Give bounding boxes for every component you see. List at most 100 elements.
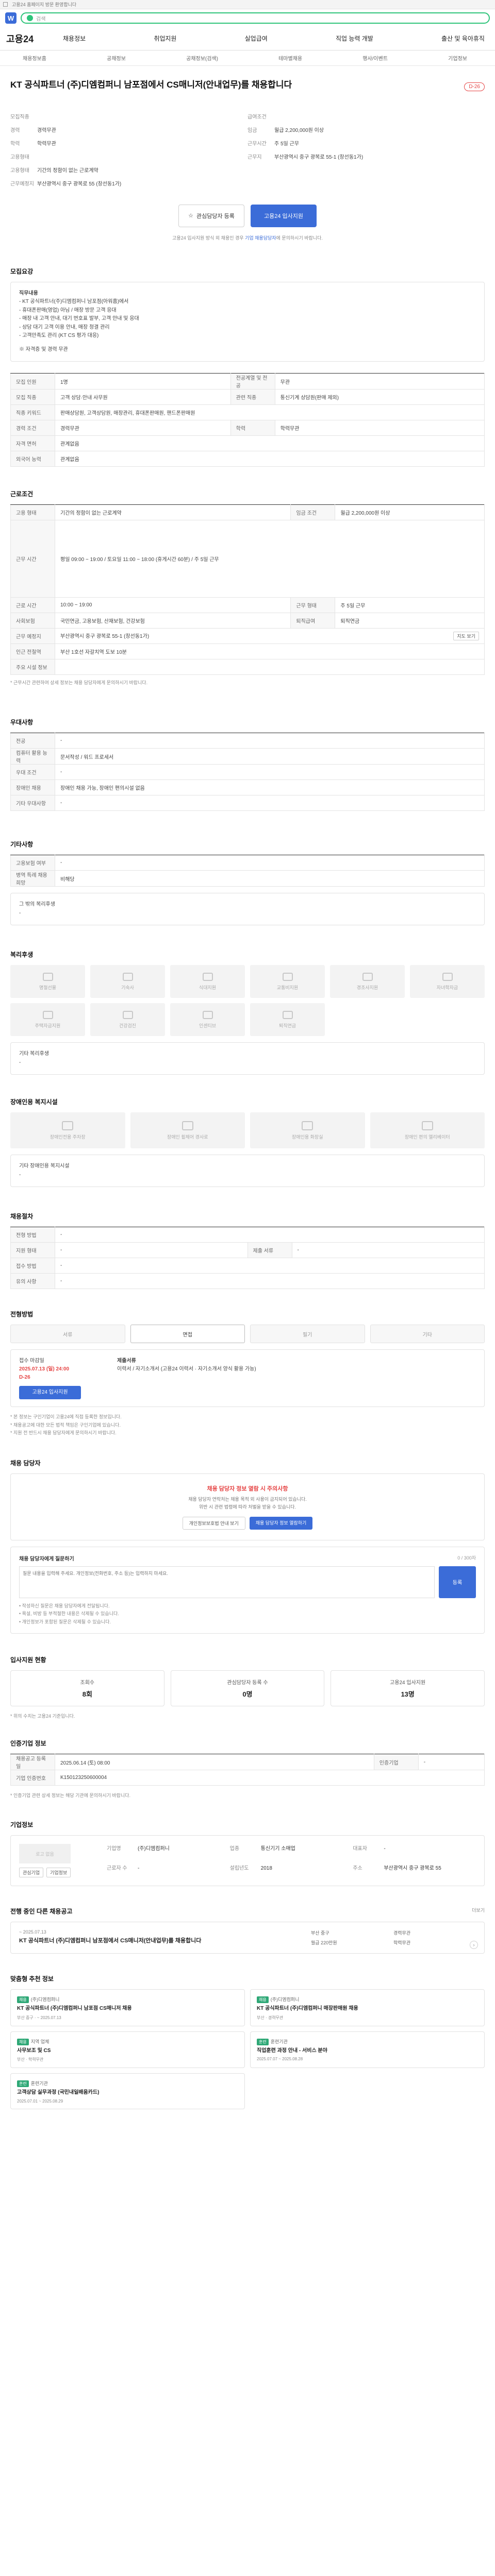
job-header: KT 공식파트너 (주)디엠컴퍼니 남포점에서 CS매니저(안내업무)를 채용합… — [0, 66, 495, 92]
house-icon — [122, 972, 133, 981]
coin-icon — [202, 1010, 213, 1019]
health-icon — [122, 1010, 133, 1019]
deadline-dday: D-26 — [19, 1375, 30, 1381]
step-document: 서류 — [10, 1325, 125, 1344]
recommend-card[interactable]: 훈련 훈련기관 직업훈련 과정 안내 - 서비스 분야 2025.07.07 ~ 20… — [250, 2031, 485, 2069]
contact-warning-box: 채용 담당자 정보 열람 시 주의사항 채용 담당자 연락처는 채용 목적 외 … — [10, 1473, 485, 1540]
similar-more-link[interactable]: 더보기 — [472, 1907, 485, 1916]
work-cond-table: 고용 형태 기간의 정함이 없는 근로계약 임금 조건 월급 2,200,000원 이… — [10, 504, 485, 687]
company-info-button[interactable]: 기업정보 — [46, 1868, 71, 1878]
similar-job-card[interactable]: ~ 2025.07.13 KT 공식파트너 (주)디엠컴퍼니 남포점에서 CS매… — [10, 1922, 485, 1954]
gift-icon — [42, 972, 53, 981]
subnav-item[interactable]: 테마별채용 — [278, 54, 302, 62]
disabled-extra-box: 기타 장애인용 복지시설 - — [10, 1155, 485, 1188]
contact-link[interactable]: 기업 채용담당자 — [245, 235, 276, 241]
stat-views: 조회수 8회 — [10, 1670, 164, 1706]
section-title-welfare: 복리후생 — [10, 951, 34, 959]
welfare-tile: 명절선물 — [10, 965, 85, 998]
disabled-tile: 장애인 편의 엘리베이터 — [370, 1112, 485, 1149]
disabled-tile: 장애인용 화장실 — [250, 1112, 365, 1149]
global-navigation: 고용24 채용정보 취업지원 실업급여 직업 능력 개발 출산 및 육아휴직 — [0, 27, 495, 50]
graduation-icon — [442, 972, 453, 981]
welfare-tile: 교통비지원 — [250, 965, 325, 998]
step-other: 기타 — [370, 1325, 485, 1344]
job-summary: 모집직종 급여조건 경력 경력무관 임금 월급 2,200,000원 이상 학력 학력… — [10, 114, 364, 187]
gnb-item-benefit[interactable]: 실업급여 — [245, 34, 268, 43]
next-arrow-icon[interactable]: › — [470, 1941, 478, 1950]
job-content-box: 직무내용 - KT 공식파트너(주)디엠컴퍼니 남포점(아워홈)에서 - 휴대폰… — [10, 281, 485, 362]
section-title-other: 기타사항 — [10, 841, 34, 849]
welfare-tile: 주택자금지원 — [10, 1003, 85, 1037]
char-counter: 0 / 300자 — [457, 1555, 476, 1561]
privacy-guide-button[interactable]: 개인정보보호법 안내 보기 — [182, 1516, 245, 1530]
other-table: 고용보험 여부 - 병역 특례 채용 희망 비해당 — [10, 855, 485, 887]
utility-bar: 고용24 홈페이지 방문 환영합니다 — [0, 0, 495, 9]
legal-notes: * 본 정보는 구인기업이 고용24에 직접 등록한 정보입니다. * 채용공고… — [10, 1414, 122, 1435]
step-interview: 면접 — [130, 1325, 245, 1344]
brand-logo[interactable]: 고용24 — [6, 32, 63, 45]
stat-applicants: 고용24 입사지원 13명 — [331, 1670, 485, 1706]
recommend-card[interactable]: 훈련 훈련기관 고객상담 실무과정 (국민내일배움카드) 2025.07.01 ~ 2… — [10, 2073, 245, 2109]
recommend-card[interactable]: 채용 (주)디엠컴퍼니 KT 공식파트너 (주)디엠컴퍼니 남포점 CS매니저 채용… — [10, 1989, 245, 2026]
recruit-table: 모집 인원 1명 전공계열 및 전공 무관 모집 직종 고객 상담·안내 사무원 관련 직… — [10, 373, 485, 467]
section-title-company: 기업정보 — [10, 1821, 34, 1829]
disabled-tiles: 장애인전용 주차장 장애인 휠체어 경사로 장애인용 화장실 장애인 편의 엘리… — [10, 1112, 485, 1149]
disabled-tile: 장애인 휠체어 경사로 — [130, 1112, 245, 1149]
view-contact-button[interactable]: 채용 담당자 정보 열람하기 — [249, 1516, 313, 1530]
flag-icon — [3, 2, 8, 7]
method-table: 전형 방법 - 지원 형태 - 제출 서류 - 접수 방법 - 유의 사항 - — [10, 1227, 485, 1290]
similar-header: 전행 중인 다른 채용공고 더보기 — [10, 1907, 485, 1916]
search-icon — [27, 15, 33, 21]
meal-icon — [202, 972, 213, 981]
company-interest-button[interactable]: 관심기업 — [19, 1868, 44, 1878]
work-cond-note: * 근무시간 관련하여 상세 정보는 채용 담당자에게 문의하시기 바랍니다. — [10, 680, 148, 685]
recommend-card[interactable]: 채용 (주)디엠컴퍼니 KT 공식파트너 (주)디엠컴퍼니 매장판매원 채용 부산 ·… — [250, 1989, 485, 2026]
gnb-item-support[interactable]: 취업지원 — [154, 34, 176, 43]
subnav-item[interactable]: 행사/이벤트 — [362, 54, 388, 62]
site-logo[interactable]: W — [5, 12, 16, 24]
welfare-tile: 식대지원 — [170, 965, 245, 998]
map-button[interactable]: 지도 보기 — [453, 632, 479, 640]
company-logo: 로고 없음 — [19, 1844, 71, 1864]
apply-notice: 고용24 입사지원 방식 외 채용인 경우 기업 채용담당자에 문의하시기 바랍… — [172, 235, 323, 241]
apply-button-2[interactable]: 고용24 입사지원 — [19, 1386, 81, 1400]
welfare-tile: 자녀학자금 — [410, 965, 485, 998]
recommend-list: 채용 (주)디엠컴퍼니 KT 공식파트너 (주)디엠컴퍼니 남포점 CS매니저 채용… — [10, 1989, 485, 2109]
recommend-card[interactable]: 채용 지역 업체 사무보조 및 CS 부산 · 학력무관 — [10, 2031, 245, 2069]
company-box: 로고 없음 관심기업 기업정보 기업명 (주)디엠컴퍼니 업종 통신기기 소매업 대… — [10, 1835, 485, 1887]
parking-icon — [62, 1121, 74, 1130]
other-extra-box: 그 밖의 복리후생 - — [10, 893, 485, 926]
sub-navigation: 채용정보홈 공채정보 공채정보(검색) 테마별채용 행사/이벤트 기업정보 — [0, 50, 495, 66]
question-submit-button[interactable]: 등록 — [439, 1566, 476, 1598]
home-icon — [42, 1010, 53, 1019]
interest-button[interactable]: ☆ 관심담당자 등록 — [178, 204, 244, 227]
gnb-item-leave[interactable]: 출산 및 육아휴직 — [441, 34, 485, 43]
subnav-item[interactable]: 채용정보홈 — [23, 54, 46, 62]
question-input[interactable] — [19, 1566, 435, 1598]
selection-steps: 서류 면접 필기 기타 — [10, 1325, 485, 1344]
step-written: 필기 — [250, 1325, 365, 1344]
question-box: 채용 담당자에게 질문하기0 / 300자 등록 • 작성하신 질문은 채용 담… — [10, 1546, 485, 1634]
disabled-tile: 장애인전용 주차장 — [10, 1112, 125, 1149]
section-title-disabled: 장애인용 복지시설 — [10, 1098, 58, 1106]
dday-badge: D-26 — [464, 82, 485, 91]
section-title-job-content: 모집요강 — [10, 267, 34, 275]
benefits-table: 전공 - 컴퓨터 활용 능력 문서작성 / 워드 프로세서 우대 조건 - 장애인 채… — [10, 733, 485, 811]
section-title-basic: 인증기업 정보 — [10, 1740, 46, 1748]
welfare-tile: 퇴직연금 — [250, 1003, 325, 1037]
star-icon: ☆ — [188, 213, 193, 219]
gnb-item-training[interactable]: 직업 능력 개발 — [336, 34, 373, 43]
apply-button[interactable]: 고용24 입사지원 — [251, 204, 317, 227]
subnav-item[interactable]: 공채정보 — [107, 54, 126, 62]
search-input[interactable]: 검색 — [21, 12, 490, 24]
subnav-item[interactable]: 기업정보 — [448, 54, 467, 62]
utility-text: 고용24 홈페이지 방문 환영합니다 — [12, 2, 77, 7]
welfare-tile: 기숙사 — [90, 965, 165, 998]
gnb-item-recruit[interactable]: 채용정보 — [63, 34, 86, 43]
apply-stats: 조회수 8회 관심담당자 등록 수 0명 고용24 입사지원 13명 — [10, 1670, 485, 1706]
envelope-icon — [362, 972, 373, 981]
section-title-prefer: 전형방법 — [10, 1311, 34, 1318]
stat-interest: 관심담당자 등록 수 0명 — [170, 1670, 325, 1706]
subnav-item[interactable]: 공채정보(검색) — [186, 54, 218, 62]
basic-table: 채용공고 등록일 2025.06.14 (토) 08:00 인증기업 - 기업 인증번… — [10, 1754, 485, 1786]
